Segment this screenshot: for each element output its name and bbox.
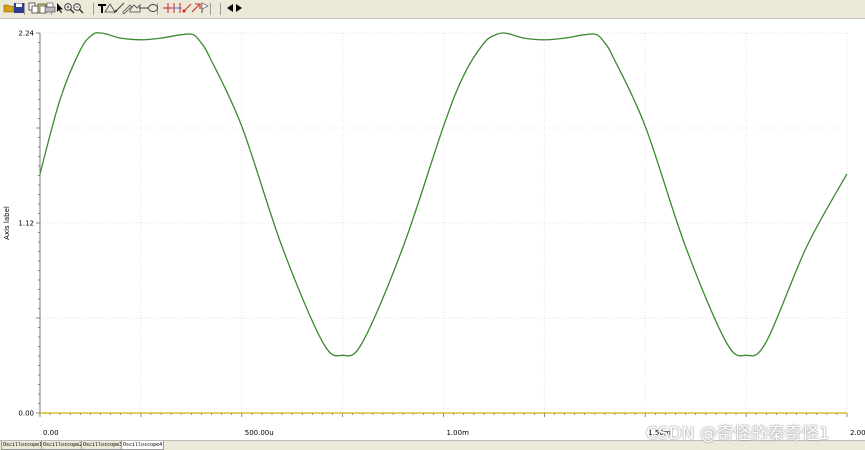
zoom-out-icon[interactable] [72, 2, 84, 14]
toolbar-separator [93, 3, 94, 15]
x-tick-label: 500.00u [245, 429, 274, 437]
watermark: CSDN @奇怪的秦奇怪1 [646, 424, 830, 444]
toolbar-separator [220, 3, 221, 15]
y-tick-label: 1.12 [18, 220, 34, 228]
grid-lines [40, 32, 848, 413]
x-tick-label: 0.00 [43, 429, 59, 437]
save-icon[interactable] [13, 2, 25, 14]
y-axis-label: Axis label [3, 206, 11, 240]
toolbar [0, 0, 865, 19]
ellipse-icon[interactable] [147, 2, 159, 14]
step-right-icon[interactable] [233, 2, 245, 14]
axis-tick-labels: 0.00500.00u1.00m1.50m2.00m0.001.122.24 [18, 30, 865, 438]
y-tick-label: 2.24 [18, 30, 34, 38]
y-tick-label: 0.00 [18, 410, 34, 418]
flag-icon[interactable] [199, 2, 211, 14]
x-tick-label: 2.00m [850, 429, 865, 437]
x-tick-label: 1.00m [447, 429, 470, 437]
plot-area: 0.00500.00u1.00m1.50m2.00m0.001.122.24 A… [3, 30, 865, 438]
axis-ticks [36, 32, 848, 417]
